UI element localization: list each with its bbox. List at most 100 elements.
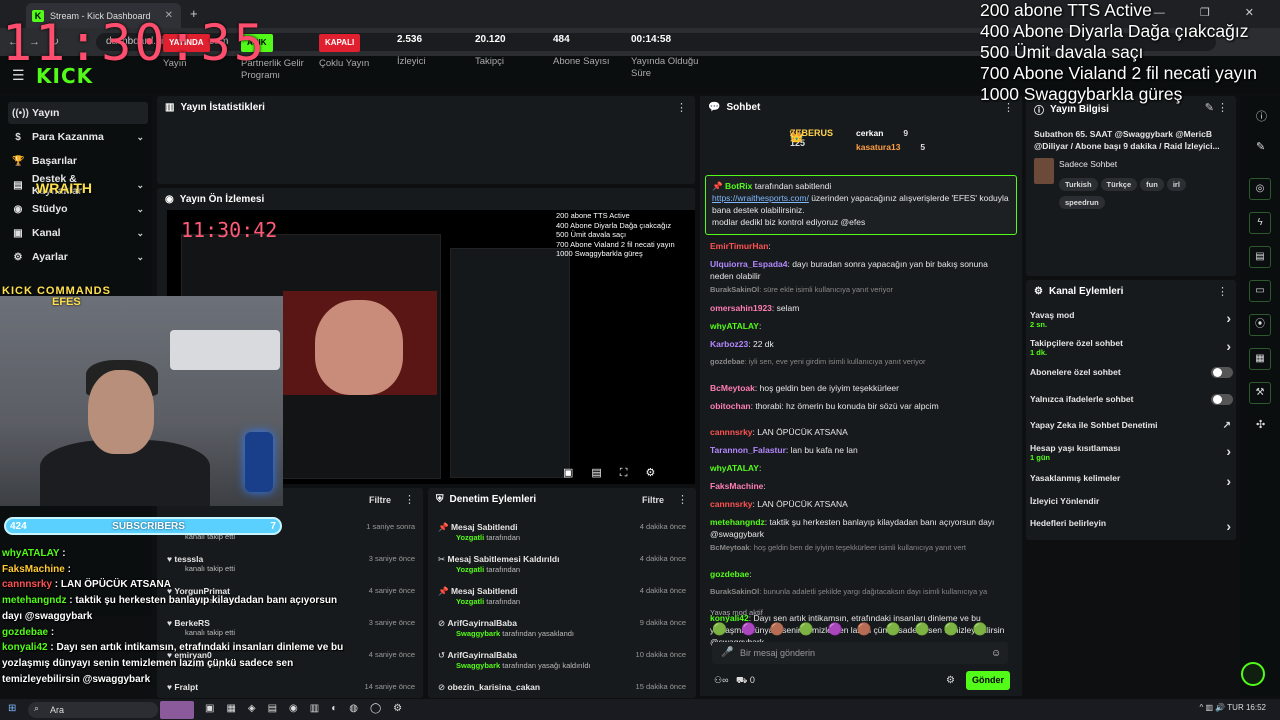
channel-action-row[interactable]: Yapay Zeka ile Sohbet Denetimi ↗ xyxy=(1030,420,1235,431)
chat-username[interactable]: cannnsrky xyxy=(710,427,753,437)
channel-action-row[interactable]: Takipçilere özel sohbet 1 dk. › xyxy=(1030,338,1235,357)
gifter-entry[interactable]: cerkan 9 xyxy=(856,128,908,138)
chat-settings-row[interactable]: ⚇∞ ⛟ 0 xyxy=(714,675,755,687)
chat-message[interactable]: gozdebae: xyxy=(710,568,1010,580)
chat-username[interactable]: Tarannon_Falastur xyxy=(710,445,786,455)
chat-message[interactable]: FaksMachine: xyxy=(710,480,1010,492)
chat-message[interactable]: BcMeytoak: hoş geldin ben de iyiyim teşe… xyxy=(710,382,1010,394)
chat-message[interactable]: cannnsrky: LAN ÖPÜCÜK ATSANA xyxy=(710,426,1010,438)
filter-button[interactable]: Filtre xyxy=(369,495,391,505)
mod-action-row[interactable]: 📌 Mesaj Sabitlendi Yozgatli tarafından 4 d… xyxy=(438,586,686,606)
more-icon[interactable]: ⋮ xyxy=(676,101,687,114)
channel-action-row[interactable]: İzleyici Yönlendir xyxy=(1030,496,1235,506)
chat-username[interactable]: gozdebae xyxy=(710,357,745,366)
chat-username[interactable]: whyATALAY xyxy=(710,463,759,473)
chat-username[interactable]: Karboz23 xyxy=(710,339,748,349)
pinned-link[interactable]: https://wraithesports.com/ xyxy=(712,193,809,203)
mod-action-row[interactable]: ✂ Mesaj Sabitlemesi Kaldırıldı Yozgatli t… xyxy=(438,554,686,574)
chat-message[interactable]: obitochan: thorabi: hz ömerin bu konuda … xyxy=(710,400,1010,412)
more-icon[interactable]: ⋮ xyxy=(677,493,688,506)
sidebar-item-6[interactable]: ⚙ Ayarlar ⌄ xyxy=(8,246,148,268)
assistant-icon[interactable] xyxy=(1241,662,1265,686)
wrench-icon[interactable]: ⚒ xyxy=(1249,382,1271,404)
chat-username[interactable]: BcMeytoak xyxy=(710,543,750,552)
gear-icon[interactable]: ⚙ xyxy=(946,675,955,686)
sidebar-item-1[interactable]: $ Para Kazanma ⌄ xyxy=(8,126,148,148)
chat-message[interactable]: Karboz23: 22 dk xyxy=(710,338,1010,350)
windows-start-icon[interactable]: ⊞ xyxy=(8,703,16,714)
mod-action-row[interactable]: ↺ ArifGayirnalBaba Swaggybark tarafından … xyxy=(438,650,686,670)
chat-message[interactable]: metehangndz: taktik şu herkesten banlayı… xyxy=(710,516,1010,540)
document-icon[interactable]: ▤ xyxy=(1249,246,1271,268)
tag-chip[interactable]: speedrun xyxy=(1059,196,1105,209)
sidebar-item-5[interactable]: ▣ Kanal ⌄ xyxy=(8,222,148,244)
chat-username[interactable]: whyATALAY xyxy=(710,321,759,331)
send-button[interactable]: Gönder xyxy=(966,671,1010,690)
more-icon[interactable]: ⋮ xyxy=(1217,285,1228,298)
tag-chip[interactable]: Turkish xyxy=(1059,178,1098,191)
chat-username[interactable]: BcMeytoak xyxy=(710,383,755,393)
chat-message[interactable]: BcMeytoak: hoş geldin ben de iyiyim teşe… xyxy=(710,542,1010,554)
chat-message[interactable]: whyATALAY: xyxy=(710,462,1010,474)
camera-icon[interactable]: ◎ xyxy=(1249,178,1271,200)
lightning-icon[interactable]: ϟ xyxy=(1249,212,1271,234)
taskbar-apps[interactable]: ▣▦◈▤◉▥◐◍◯⚙ xyxy=(205,703,414,714)
channel-action-row[interactable]: Yalnızca ifadelerle sohbet xyxy=(1030,394,1235,405)
mod-action-row[interactable]: ⊘ obezin_karisina_cakan 15 dakika önce xyxy=(438,682,686,693)
chat-message[interactable]: Ulquiorra_Espada4: dayı buradan sonra ya… xyxy=(710,258,1010,282)
chat-username[interactable]: Ulquiorra_Espada4 xyxy=(710,259,787,269)
toggle-switch[interactable] xyxy=(1211,394,1233,405)
preview-controls[interactable]: ▣▤⛶⚙ xyxy=(563,466,673,480)
emoji-icon[interactable]: ☺ xyxy=(991,648,1001,659)
gifter-entry[interactable]: kasatura13 5 xyxy=(856,142,925,152)
chat-input[interactable]: Bir mesaj gönderin xyxy=(712,642,1008,664)
taskbar-search[interactable]: Ara xyxy=(28,702,158,718)
sidebar-item-0[interactable]: ((•)) Yayın xyxy=(8,102,148,124)
tag-chip[interactable]: fun xyxy=(1140,178,1164,191)
chat-message[interactable]: whyATALAY: xyxy=(710,320,1010,332)
toggle-switch[interactable] xyxy=(1211,367,1233,378)
chat-username[interactable]: obitochan xyxy=(710,401,751,411)
mod-action-row[interactable]: 📌 Mesaj Sabitlendi Yozgatli tarafından 4 d… xyxy=(438,522,686,542)
tag-chip[interactable]: Türkçe xyxy=(1100,178,1138,191)
category-name[interactable]: Sadece Sohbet xyxy=(1059,159,1117,169)
channel-action-row[interactable]: Hesap yaşı kısıtlaması 1 gün › xyxy=(1030,443,1235,462)
chat-message[interactable]: BurakSakinOl: bununla adaletli şekilde y… xyxy=(710,586,1010,598)
broadcast-icon[interactable]: ⦿ xyxy=(1249,314,1271,336)
stat-label: Abone Sayısı xyxy=(553,56,610,67)
sidebar-item-4[interactable]: ◉ Stüdyo ⌄ xyxy=(8,198,148,220)
chat-username[interactable]: gozdebae xyxy=(710,569,749,579)
chat-username[interactable]: EmirTimurHan xyxy=(710,241,768,251)
channel-action-row[interactable]: Yavaş mod 2 sn. › xyxy=(1030,310,1235,329)
puzzle-icon[interactable]: ✣ xyxy=(1256,418,1265,431)
chat-username[interactable]: cannnsrky xyxy=(710,499,753,509)
emote-bar[interactable]: 🟢🟣🟤🟢🟣🟤🟢🟢🟢🟢 xyxy=(712,622,1001,636)
channel-action-row[interactable]: Yasaklanmış kelimeler › xyxy=(1030,473,1235,489)
channel-action-row[interactable]: Abonelere özel sohbet xyxy=(1030,367,1235,378)
pinned-message[interactable]: 📌 BotRix tarafından sabitlendi https://w… xyxy=(705,175,1017,235)
filter-button[interactable]: Filtre xyxy=(642,495,664,505)
chat-message[interactable]: omersahin1923: selam xyxy=(710,302,1010,314)
chat-username[interactable]: BurakSakinOl xyxy=(710,285,759,294)
sidebar-item-2[interactable]: 🏆 Başarılar xyxy=(8,150,148,172)
chat-message[interactable]: BurakSakinOl: süre ekle isimli kullanıcı… xyxy=(710,284,1010,296)
chat-message[interactable]: cannnsrky: LAN ÖPÜCÜK ATSANA xyxy=(710,498,1010,510)
info-icon[interactable]: ⓘ xyxy=(1256,108,1267,124)
chat-text: : hoş geldin ben de iyiyim teşekkürleer xyxy=(754,383,899,393)
chat-username[interactable]: BurakSakinOl xyxy=(710,587,759,596)
chat-bubble-icon[interactable]: ▭ xyxy=(1249,280,1271,302)
edit-icon[interactable]: ✎ xyxy=(1256,140,1265,153)
channel-action-row[interactable]: Hedefleri belirleyin › xyxy=(1030,518,1235,534)
chat-username[interactable]: metehangndz xyxy=(710,517,765,527)
chat-message[interactable]: Tarannon_Falastur: lan bu kafa ne lan xyxy=(710,444,1010,456)
tag-chip[interactable]: irl xyxy=(1166,178,1186,191)
chat-message[interactable]: gozdebae: iyli sen, eve yeni girdim isim… xyxy=(710,356,1010,368)
taskbar-widget-thumbnail[interactable] xyxy=(160,701,194,719)
more-icon[interactable]: ⋮ xyxy=(404,493,415,506)
mod-action-row[interactable]: ⊘ ArifGayirnalBaba Swaggybark tarafından … xyxy=(438,618,686,638)
chat-username[interactable]: FaksMachine xyxy=(710,481,763,491)
chat-message[interactable]: EmirTimurHan: xyxy=(710,240,1010,252)
chat-username[interactable]: omersahin1923 xyxy=(710,303,772,313)
chat-text: : xyxy=(768,241,771,251)
grid-icon[interactable]: ▦ xyxy=(1249,348,1271,370)
